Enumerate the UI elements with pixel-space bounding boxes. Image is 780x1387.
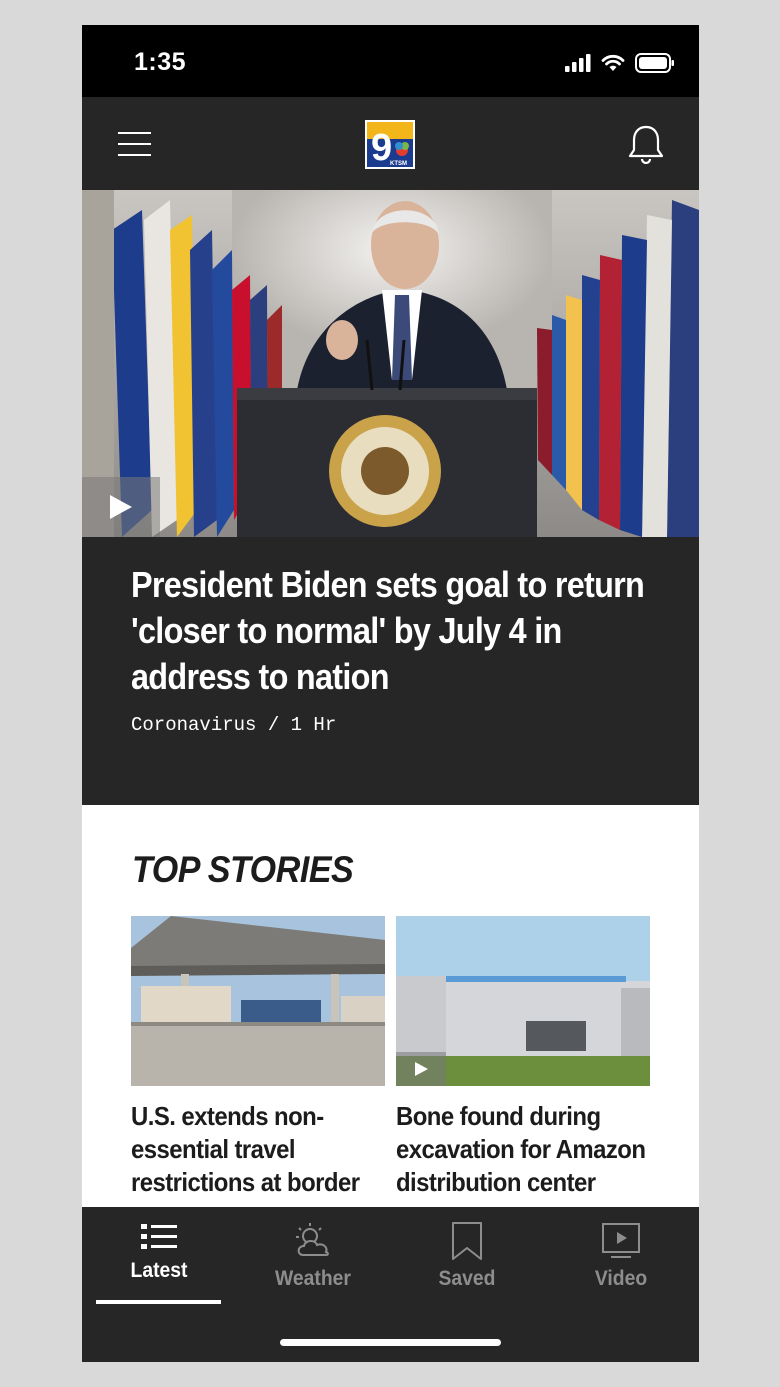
app-header: 9 KTSM [82,97,699,190]
bell-icon[interactable] [628,124,664,165]
status-bar: 1:35 [82,25,699,97]
status-time: 1:35 [134,48,187,76]
story-card[interactable]: U.S. extends non-essential travel restri… [131,916,385,1199]
tab-latest[interactable]: Latest [94,1217,224,1307]
story-card[interactable]: Bone found during excavation for Amazon … [396,916,650,1199]
hero-headline[interactable]: President Biden sets goal to return 'clo… [131,562,662,700]
top-stories-section: TOP STORIES U.S. extends non-essential t… [82,805,699,1207]
story-thumbnail[interactable] [131,916,385,1086]
tab-label: Latest [130,1259,188,1282]
active-tab-indicator [96,1300,221,1304]
phone-screen: 1:35 9 KTSM President Biden sets goal to… [82,25,699,1362]
bookmark-icon [452,1222,482,1260]
sun-cloud-icon [296,1223,329,1256]
tab-label: Saved [438,1267,496,1290]
bottom-navigation: Latest Weather Saved Video [82,1207,699,1362]
list-icon [141,1224,177,1249]
status-icons [565,51,675,75]
story-title[interactable]: Bone found during excavation for Amazon … [396,1100,654,1199]
tab-label: Video [594,1267,648,1290]
hero-image[interactable] [82,190,699,537]
svg-text:9: 9 [371,127,392,169]
hamburger-menu-icon[interactable] [118,130,152,158]
video-play-icon [602,1223,640,1258]
tab-label: Weather [275,1267,351,1290]
tab-weather[interactable]: Weather [248,1217,378,1307]
svg-text:KTSM: KTSM [390,161,407,167]
battery-icon [635,53,674,73]
play-icon[interactable] [82,477,160,537]
section-heading: TOP STORIES [132,849,354,890]
station-logo[interactable]: 9 KTSM [365,120,415,169]
tab-saved[interactable]: Saved [402,1217,532,1307]
hero-story[interactable]: President Biden sets goal to return 'clo… [82,190,699,805]
play-icon[interactable] [396,1052,446,1086]
hero-meta: Coronavirus / 1 Hr [131,714,337,736]
home-indicator[interactable] [280,1339,501,1346]
story-thumbnail[interactable] [396,916,650,1086]
story-title[interactable]: U.S. extends non-essential travel restri… [131,1100,389,1199]
tab-video[interactable]: Video [556,1217,686,1307]
wifi-icon [601,54,625,71]
cellular-signal-icon [565,54,591,72]
